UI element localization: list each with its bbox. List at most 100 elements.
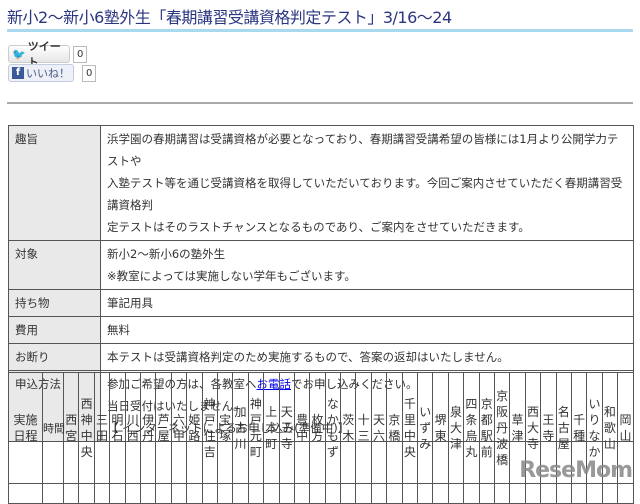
school-header: 天六 [370,372,388,484]
school-header: 芦屋 [155,372,172,484]
schedule-cell [386,483,403,504]
schedule-cell [201,483,218,504]
divider [7,102,633,104]
title-underline [7,29,633,32]
schedule-cell [447,483,465,504]
school-header: 京橋 [386,372,403,484]
schedule-cell [155,483,172,504]
schedule-cell [478,483,495,504]
info-row: 対象 新小2〜新小6の塾外生 ※教室によっては実施しない学年もございます。 [8,240,634,290]
info-row: お断り 本テストは受講資格判定のため実施するもので、答案の返却はいたしません。 [8,343,634,371]
row-line: 本テストは受講資格判定のため実施するもので、答案の返却はいたしません。 [107,350,509,364]
row-line: 無料 [107,323,130,337]
school-header: 泉大津 [447,372,465,484]
school-header: 上本町 [263,372,280,484]
page-title: 新小2〜新小6塾外生「春期講習受講資格判定テスト」3/16〜24 [7,8,452,27]
schedule-cell [617,483,634,504]
schedule-cell [78,483,95,504]
row-line: 筆記用具 [107,296,153,310]
row-label: お断り [8,343,101,371]
school-header: 姫路 [186,372,203,484]
info-row: 費用 無料 [8,316,634,344]
schedule-cell [601,483,619,504]
row-label: 趣旨 [8,125,101,241]
school-header: 宝塚 [216,372,234,484]
schedule-cell [509,483,526,504]
row-line: ※教室によっては実施しない学年もございます。 [107,269,356,283]
school-header: 三田 [93,372,111,484]
schedule-cell [370,483,388,504]
school-header: 四条烏丸 [463,372,480,484]
schedule-cell [109,483,126,504]
school-header: いずみ [417,372,434,484]
twitter-bird-icon: 🐦 [12,47,26,61]
tweet-button[interactable]: 🐦 ツイート [8,40,70,69]
like-button[interactable]: f いいね！ [8,64,74,82]
schedule-cell [586,483,603,504]
schedule-row [7,483,634,504]
row-value: 新小2〜新小6の塾外生 ※教室によっては実施しない学年もございます。 [100,240,634,290]
school-header: 枚方 [309,372,326,484]
info-row: 持ち物 筆記用具 [8,289,634,317]
schedule-cell [324,483,342,504]
row-value: 無料 [100,316,634,344]
row-label: 持ち物 [8,289,101,317]
schedule-table: 実施日程 時間 西宮 西神中央 三田 明石 川西 伊丹 芦屋 六甲 姫路 神戸住吉 宝塚 加古川 神戸元町上… [7,372,634,504]
schedule-cell [293,483,311,504]
schedule-cell [401,483,419,504]
school-header: 神戸元町 [247,372,265,484]
row-line: 定テストはそのラストチャンスとなるものであり、ご案内をさせていただきます。 [107,220,530,234]
schedule-cell [355,483,372,504]
schedule-cell [570,483,588,504]
schedule-cell [232,483,249,504]
schedule-cell [124,483,141,504]
schedule-cell [186,483,203,504]
row-value: 本テストは受講資格判定のため実施するもので、答案の返却はいたしません。 [100,343,634,371]
schedule-cell [309,483,326,504]
row-line: 新小2〜新小6の塾外生 [107,247,226,261]
info-row: 趣旨 浜学園の春期講習は受講資格が必要となっており、春期講習受講希望の皆様には1月… [8,125,634,241]
tweet-count: 0 [73,46,88,63]
school-header: なかもず [324,372,342,484]
row-line: 入塾テスト等を通じ受講資格を取得していただいております。今回ご案内させていただく… [107,176,623,212]
school-header: 明石 [109,372,126,484]
schedule-cell [540,483,557,504]
time-header: 時間 [42,372,65,484]
schedule-cell [247,483,265,504]
schedule-cell [340,483,357,504]
row-label: 対象 [8,240,101,290]
row-line: 浜学園の春期講習は受講資格が必要となっており、春期講習受講希望の皆様には1月より… [107,132,619,168]
school-header: 豊中 [293,372,311,484]
schedule-cell [42,483,65,504]
school-header: 堺東 [432,372,449,484]
school-header: 川西 [124,372,141,484]
school-header: 六甲 [170,372,188,484]
row-value: 筆記用具 [100,289,634,317]
schedule-cell [93,483,111,504]
resemom-watermark-logo: ReseMom [519,458,633,483]
schedule-cell [493,483,511,504]
school-header: 西宮 [63,372,80,484]
school-header: 京阪丹波橋 [493,372,511,484]
schedule-cell [417,483,434,504]
school-header: 伊丹 [139,372,157,484]
schedule-cell [524,483,542,504]
schedule-cell [263,483,280,504]
school-header: 神戸住吉 [201,372,218,484]
row-label: 費用 [8,316,101,344]
facebook-icon: f [12,67,24,79]
school-header: 西神中央 [78,372,95,484]
school-header: 天王寺 [278,372,295,484]
schedule-cell [216,483,234,504]
row-value: 浜学園の春期講習は受講資格が必要となっており、春期講習受講希望の皆様には1月より… [100,125,634,241]
schedule-cell [463,483,480,504]
schedule-cell [139,483,157,504]
school-header: 千里中央 [401,372,419,484]
schedule-cell [7,483,44,504]
school-header: 茨木 [340,372,357,484]
school-header: 京都駅前 [478,372,495,484]
school-header: 十三 [355,372,372,484]
schedule-cell [63,483,80,504]
date-header: 実施日程 [7,372,44,484]
schedule-cell [170,483,188,504]
